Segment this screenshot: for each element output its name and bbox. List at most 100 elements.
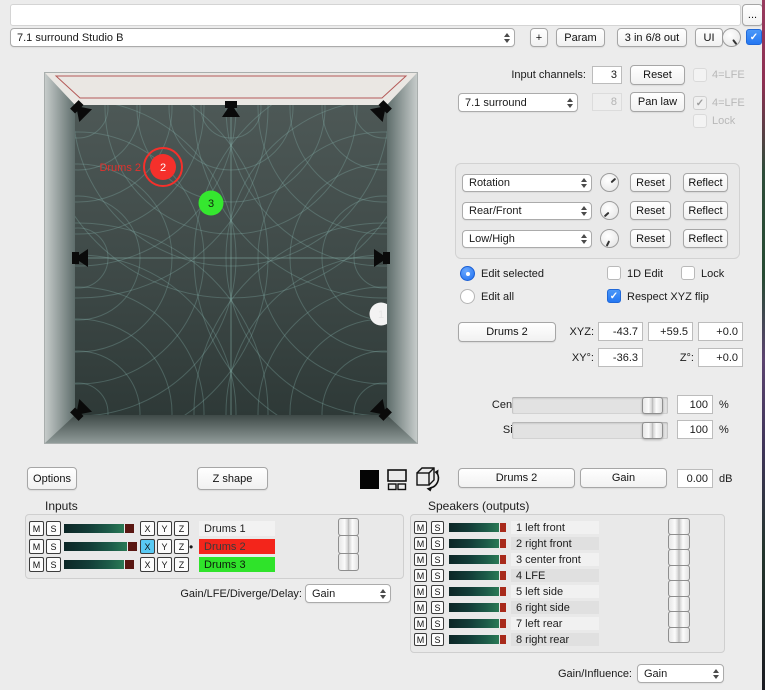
input-mode-select[interactable]: Gain (305, 584, 391, 603)
input-name-tag-selected[interactable]: Drums 2 (199, 539, 275, 554)
input-name-tag[interactable]: Drums 3 (199, 557, 275, 572)
gain-slider-handle[interactable] (668, 549, 690, 566)
gain-slider-handle[interactable] (668, 518, 690, 535)
rear-front-reflect-button[interactable]: Reflect (683, 201, 728, 220)
automation-field[interactable] (10, 4, 741, 26)
center-slider-handle[interactable] (642, 397, 663, 414)
z-slider-handle[interactable] (338, 518, 359, 537)
y-axis-button[interactable]: Y (157, 521, 172, 536)
lock-config-checkbox[interactable] (693, 114, 707, 128)
1d-edit-checkbox[interactable] (607, 266, 621, 280)
ui-button[interactable]: UI (695, 28, 723, 47)
mute-button[interactable]: M (414, 553, 427, 566)
reset-channels-button[interactable]: Reset (630, 65, 685, 85)
input-channels-field[interactable]: 3 (592, 66, 622, 84)
z-axis-button[interactable]: Z (174, 521, 189, 536)
gain-slider-handle[interactable] (668, 595, 690, 612)
x-axis-button[interactable]: X (140, 521, 155, 536)
color-swatch[interactable] (360, 470, 379, 489)
edit-all-radio[interactable] (460, 289, 475, 304)
gain-value-field[interactable]: 0.00 (677, 469, 713, 488)
source-select-button[interactable]: Drums 2 (458, 322, 556, 342)
x-field[interactable]: -43.7 (598, 322, 643, 341)
y-axis-button[interactable]: Y (157, 539, 172, 554)
mute-button[interactable]: M (414, 569, 427, 582)
io-config-button[interactable]: 3 in 6/8 out (617, 28, 687, 47)
lock-edit-checkbox[interactable] (681, 266, 695, 280)
x-axis-button-active[interactable]: X (140, 539, 155, 554)
add-preset-button[interactable]: + (530, 28, 548, 47)
mute-button[interactable]: M (414, 617, 427, 630)
transform-mode-select-2[interactable]: Rear/Front (462, 202, 592, 220)
solo-button[interactable]: S (46, 557, 61, 572)
input-name-tag[interactable]: Drums 1 (199, 521, 275, 536)
mute-button[interactable]: M (29, 539, 44, 554)
y-field[interactable]: +59.5 (648, 322, 693, 341)
mute-button[interactable]: M (29, 557, 44, 572)
format-select[interactable]: 7.1 surround (458, 93, 578, 112)
solo-button[interactable]: S (46, 521, 61, 536)
gain-slider-handle[interactable] (668, 564, 690, 581)
panner-view[interactable]: Drums 2 2 3 1 (44, 72, 418, 444)
mute-button[interactable]: M (414, 633, 427, 646)
edit-selected-radio[interactable] (460, 266, 475, 281)
solo-button[interactable]: S (431, 617, 444, 630)
solo-button[interactable]: S (431, 633, 444, 646)
low-high-knob[interactable] (600, 229, 619, 248)
side-slider-handle[interactable] (642, 422, 663, 439)
xy-angle-field[interactable]: -36.3 (598, 348, 643, 367)
z-field[interactable]: +0.0 (698, 322, 743, 341)
mute-button[interactable]: M (414, 521, 427, 534)
gain-mode-button[interactable]: Gain (580, 468, 667, 488)
speaker-mode-select[interactable]: Gain (637, 664, 724, 683)
gain-slider-handle[interactable] (668, 611, 690, 628)
preset-select[interactable]: 7.1 surround Studio B (10, 28, 515, 47)
z-axis-button[interactable]: Z (174, 539, 189, 554)
solo-button[interactable]: S (431, 585, 444, 598)
gain-slider-handle[interactable] (668, 626, 690, 643)
rotation-knob[interactable] (600, 173, 619, 192)
transform-mode-select-3[interactable]: Low/High (462, 230, 592, 248)
more-button[interactable]: ... (742, 4, 763, 26)
center-value-field[interactable]: 100 (677, 395, 713, 414)
solo-button[interactable]: S (431, 537, 444, 550)
input-z-sliders[interactable] (338, 518, 359, 571)
speaker-gain-sliders[interactable] (668, 518, 690, 643)
gain-source-button[interactable]: Drums 2 (458, 468, 575, 488)
solo-button[interactable]: S (431, 553, 444, 566)
gain-slider-handle[interactable] (668, 533, 690, 550)
z-slider-handle[interactable] (338, 552, 359, 571)
z-axis-button[interactable]: Z (174, 557, 189, 572)
solo-button[interactable]: S (431, 521, 444, 534)
z-angle-field[interactable]: +0.0 (698, 348, 743, 367)
layout-view-icon[interactable] (385, 467, 409, 491)
mute-button[interactable]: M (414, 601, 427, 614)
link-checkbox[interactable] (746, 29, 762, 45)
param-button[interactable]: Param (556, 28, 605, 47)
x-axis-button[interactable]: X (140, 557, 155, 572)
side-value-field[interactable]: 100 (677, 420, 713, 439)
bypass-knob[interactable] (722, 28, 741, 47)
transform-mode-select-1[interactable]: Rotation (462, 174, 592, 192)
mute-button[interactable]: M (414, 585, 427, 598)
y-axis-button[interactable]: Y (157, 557, 172, 572)
mute-button[interactable]: M (414, 537, 427, 550)
respect-xyz-flip-checkbox[interactable] (607, 289, 621, 303)
lfe4-top-checkbox[interactable] (693, 68, 707, 82)
z-slider-handle[interactable] (338, 535, 359, 554)
gain-slider-handle[interactable] (668, 580, 690, 597)
rotation-reset-button[interactable]: Reset (630, 173, 671, 192)
rotation-reflect-button[interactable]: Reflect (683, 173, 728, 192)
low-high-reset-button[interactable]: Reset (630, 229, 671, 248)
low-high-reflect-button[interactable]: Reflect (683, 229, 728, 248)
rear-front-knob[interactable] (600, 201, 619, 220)
rear-front-reset-button[interactable]: Reset (630, 201, 671, 220)
solo-button[interactable]: S (431, 569, 444, 582)
solo-button[interactable]: S (431, 601, 444, 614)
pan-law-button[interactable]: Pan law (630, 92, 685, 112)
rotate-3d-cube-icon[interactable] (413, 464, 441, 492)
z-shape-button[interactable]: Z shape (197, 467, 268, 490)
mute-button[interactable]: M (29, 521, 44, 536)
solo-button[interactable]: S (46, 539, 61, 554)
lfe4-mid-checkbox[interactable] (693, 96, 707, 110)
